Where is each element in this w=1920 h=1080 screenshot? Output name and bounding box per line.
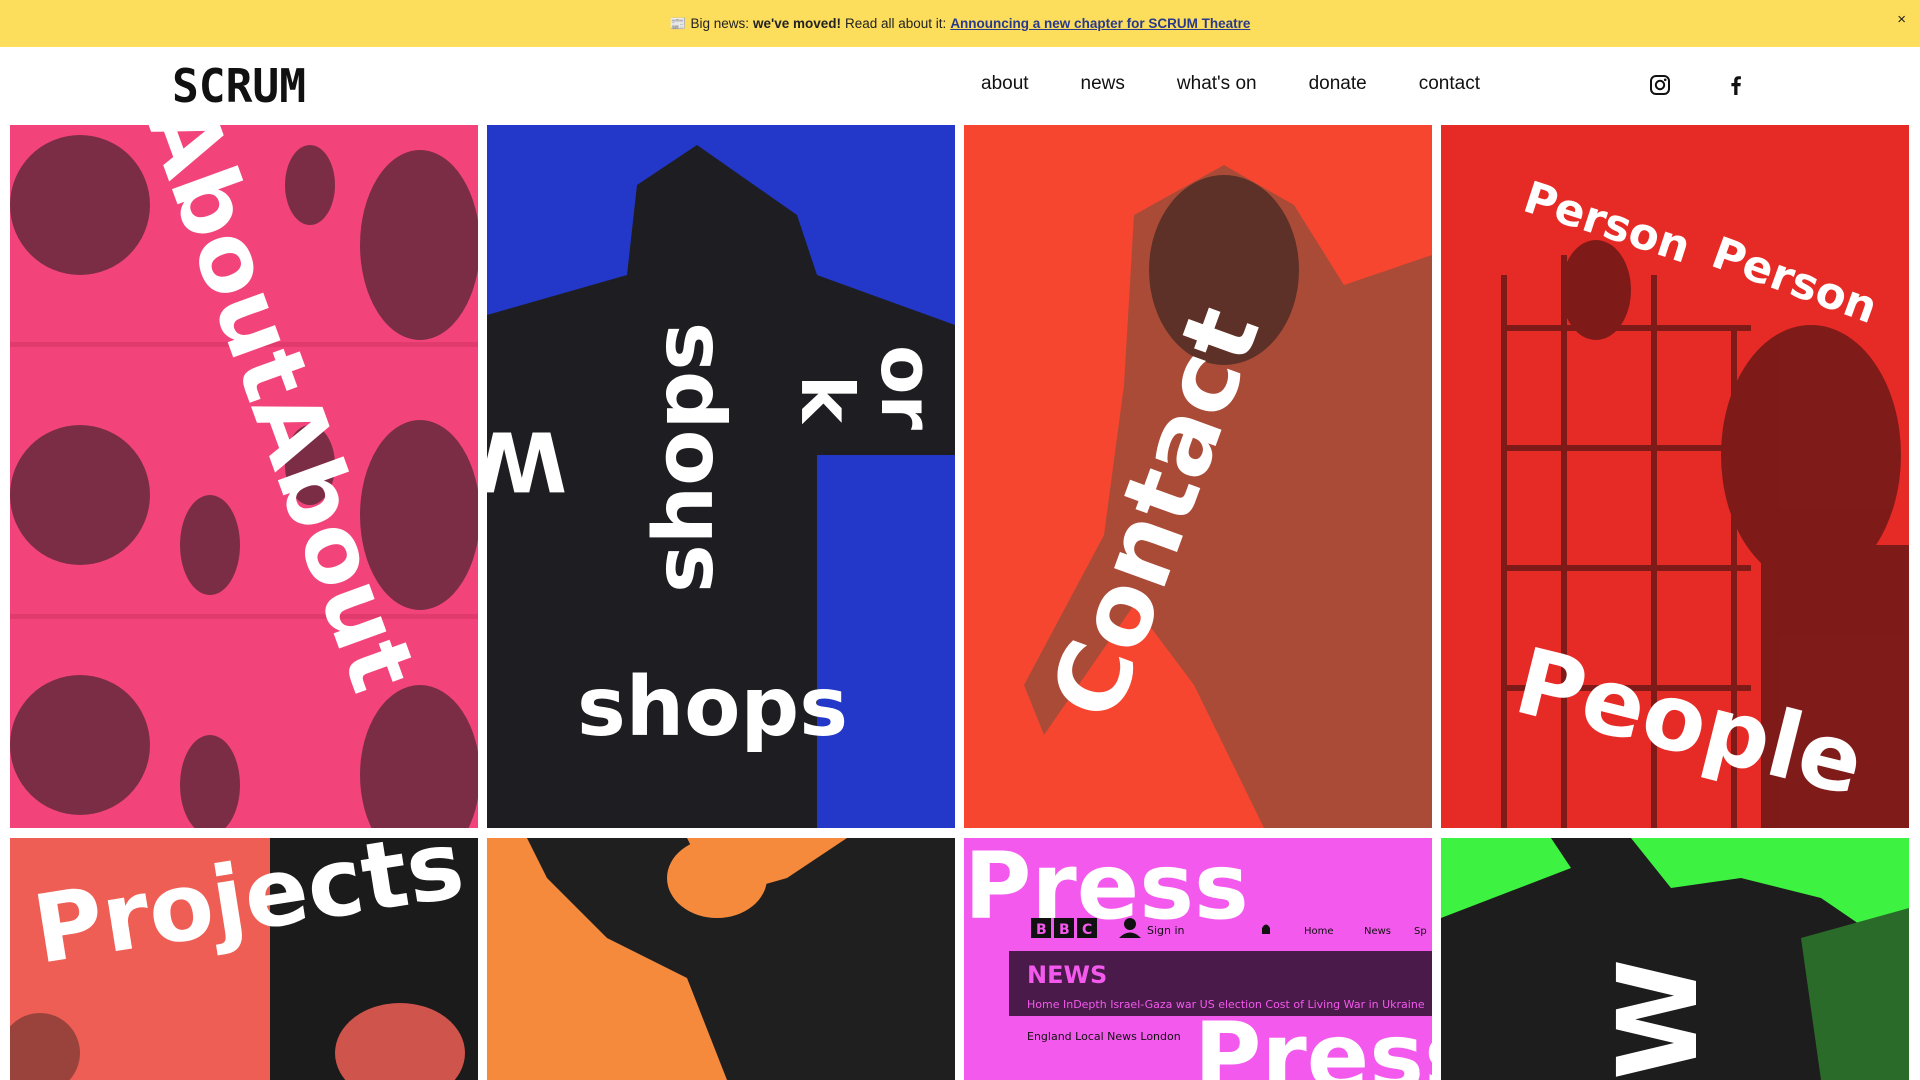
site-header: SCRUM about news what's on donate contac… <box>0 47 1920 125</box>
tile-green[interactable]: W <box>1441 838 1909 1080</box>
workshops-vertical-k: k <box>785 375 869 425</box>
banner-strong: we've moved! <box>752 16 841 31</box>
facebook-icon[interactable] <box>1725 74 1747 96</box>
tile-people[interactable]: Person Person People <box>1441 125 1909 828</box>
workshops-vertical-far: or <box>865 345 949 430</box>
instagram-icon[interactable] <box>1649 74 1671 96</box>
workshops-vertical-left: Work <box>487 413 567 508</box>
scrum-logo[interactable]: SCRUM <box>172 59 306 113</box>
workshops-vertical-right: shops <box>637 322 732 593</box>
press-text-1: Press <box>964 838 1249 940</box>
workshops-big-text: shops <box>577 660 848 755</box>
banner-middle: Read all about it: <box>844 16 947 31</box>
green-tile-text: W <box>1594 959 1722 1080</box>
nav-news[interactable]: news <box>1081 73 1125 95</box>
tile-workshops[interactable]: shops Work shops k or <box>487 125 955 828</box>
nav-whats-on[interactable]: what's on <box>1177 73 1257 95</box>
announcement-banner: 📰 Big news: we've moved! Read all about … <box>0 0 1920 47</box>
nav-contact[interactable]: contact <box>1419 73 1480 95</box>
tile-about[interactable]: AboutAbout <box>10 125 478 828</box>
tile-press[interactable]: B B C Sign in Home News Sp NEWS Home InD… <box>964 838 1432 1080</box>
press-nav-home: Home <box>1304 926 1334 937</box>
tile-whats-on[interactable] <box>487 838 955 1080</box>
newspaper-emoji: 📰 <box>669 15 687 31</box>
press-text-2: Press <box>1194 1003 1432 1080</box>
news-label: NEWS <box>1027 961 1107 989</box>
banner-prefix: Big news: <box>690 16 749 31</box>
banner-link[interactable]: Announcing a new chapter for SCRUM Theat… <box>950 16 1250 31</box>
tile-contact[interactable]: Contact <box>964 125 1432 828</box>
main-nav: about news what's on donate contact <box>981 73 1480 95</box>
scrum-logo-graphic: SCRUM <box>172 59 306 113</box>
press-nav-sport: Sp <box>1414 926 1427 937</box>
news-regions: England Local News London <box>1027 1030 1181 1043</box>
logo-text: SCRUM <box>172 64 306 107</box>
nav-about[interactable]: about <box>981 73 1029 95</box>
nav-donate[interactable]: donate <box>1309 73 1367 95</box>
close-banner-button[interactable]: × <box>1897 11 1906 28</box>
press-nav-news: News <box>1364 926 1391 937</box>
tile-projects[interactable]: Projects <box>10 838 478 1080</box>
